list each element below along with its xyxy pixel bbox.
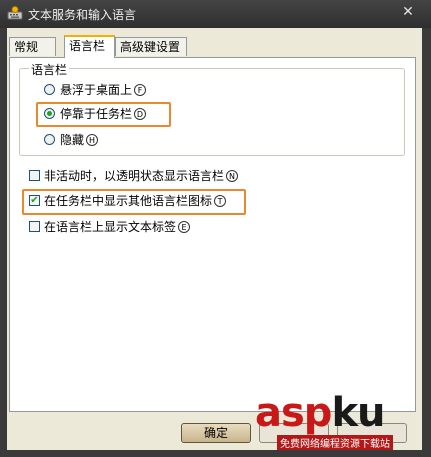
tab-language-bar[interactable]: 语言栏 — [64, 35, 115, 58]
tab-general[interactable]: 常规 — [9, 37, 56, 56]
mnemonic-badge: N — [226, 169, 239, 182]
radio-indicator — [44, 134, 55, 145]
mnemonic-badge: E — [178, 220, 191, 233]
radio-hidden[interactable]: 隐藏 H — [44, 131, 99, 149]
keyboard-app-icon — [7, 6, 23, 21]
mnemonic-badge: D — [134, 107, 147, 120]
groupbox-legend: 语言栏 — [29, 61, 70, 78]
checkbox-text-labels-label: 在语言栏上显示文本标签 — [44, 220, 177, 234]
radio-docked-in-taskbar[interactable]: 停靠于任务栏 D — [44, 105, 147, 123]
radio-float-on-desktop[interactable]: 悬浮于桌面上 F — [44, 81, 147, 99]
tab-advanced-key-settings[interactable]: 高级键设置 — [115, 37, 187, 56]
watermark-brand-suffix: ku — [331, 390, 385, 436]
tab-advanced-label: 高级键设置 — [120, 40, 181, 54]
watermark-tagline: 免费网络编程资源下载站 — [277, 435, 393, 450]
checkbox-box — [29, 170, 40, 181]
checkbox-box — [29, 221, 40, 232]
dialog-window: 文本服务和输入语言 ✕ 常规 语言栏 高级键设置 语言栏 悬浮于桌面上 F 停靠于… — [0, 0, 431, 457]
mnemonic-badge: F — [134, 83, 147, 96]
close-button[interactable]: ✕ — [399, 3, 417, 21]
radio-docked-label: 停靠于任务栏 — [60, 107, 133, 121]
radio-hidden-label: 隐藏 — [60, 133, 85, 147]
ok-button[interactable]: 确定 — [181, 423, 251, 443]
checkbox-additional-icons-label: 在任务栏中显示其他语言栏图标 — [44, 194, 213, 208]
language-bar-groupbox: 语言栏 悬浮于桌面上 F 停靠于任务栏 D 隐藏 H — [19, 61, 405, 156]
checkbox-transparent-when-inactive[interactable]: 非活动时，以透明状态显示语言栏 N — [29, 167, 239, 185]
tab-general-label: 常规 — [14, 40, 39, 54]
dialog-client-area: 常规 语言栏 高级键设置 语言栏 悬浮于桌面上F 停靠于任务栏D 隐藏H — [7, 28, 422, 450]
window-title: 文本服务和输入语言 — [28, 8, 137, 22]
radio-indicator-selected — [44, 108, 55, 119]
checkbox-show-additional-icons[interactable]: ✔ 在任务栏中显示其他语言栏图标 T — [29, 192, 227, 210]
checkbox-show-text-labels[interactable]: 在语言栏上显示文本标签 E — [29, 218, 191, 236]
checkbox-box-checked: ✔ — [29, 195, 40, 206]
title-bar[interactable]: 文本服务和输入语言 ✕ — [0, 0, 431, 28]
mnemonic-badge: T — [214, 194, 227, 207]
watermark-brand: aspku — [255, 390, 386, 436]
radio-indicator — [44, 84, 55, 95]
tab-language-bar-label: 语言栏 — [69, 39, 106, 53]
site-watermark-logo: aspku 免费网络编程资源下载站 — [255, 391, 425, 451]
mnemonic-badge: H — [86, 133, 99, 146]
language-bar-panel: 语言栏 悬浮于桌面上 F 停靠于任务栏 D 隐藏 H 非活动时，以透明状态显示语言栏 N… — [9, 57, 416, 412]
watermark-brand-main: asp — [255, 390, 332, 436]
radio-float-label: 悬浮于桌面上 — [60, 83, 133, 97]
checkbox-transparent-label: 非活动时，以透明状态显示语言栏 — [44, 169, 225, 183]
